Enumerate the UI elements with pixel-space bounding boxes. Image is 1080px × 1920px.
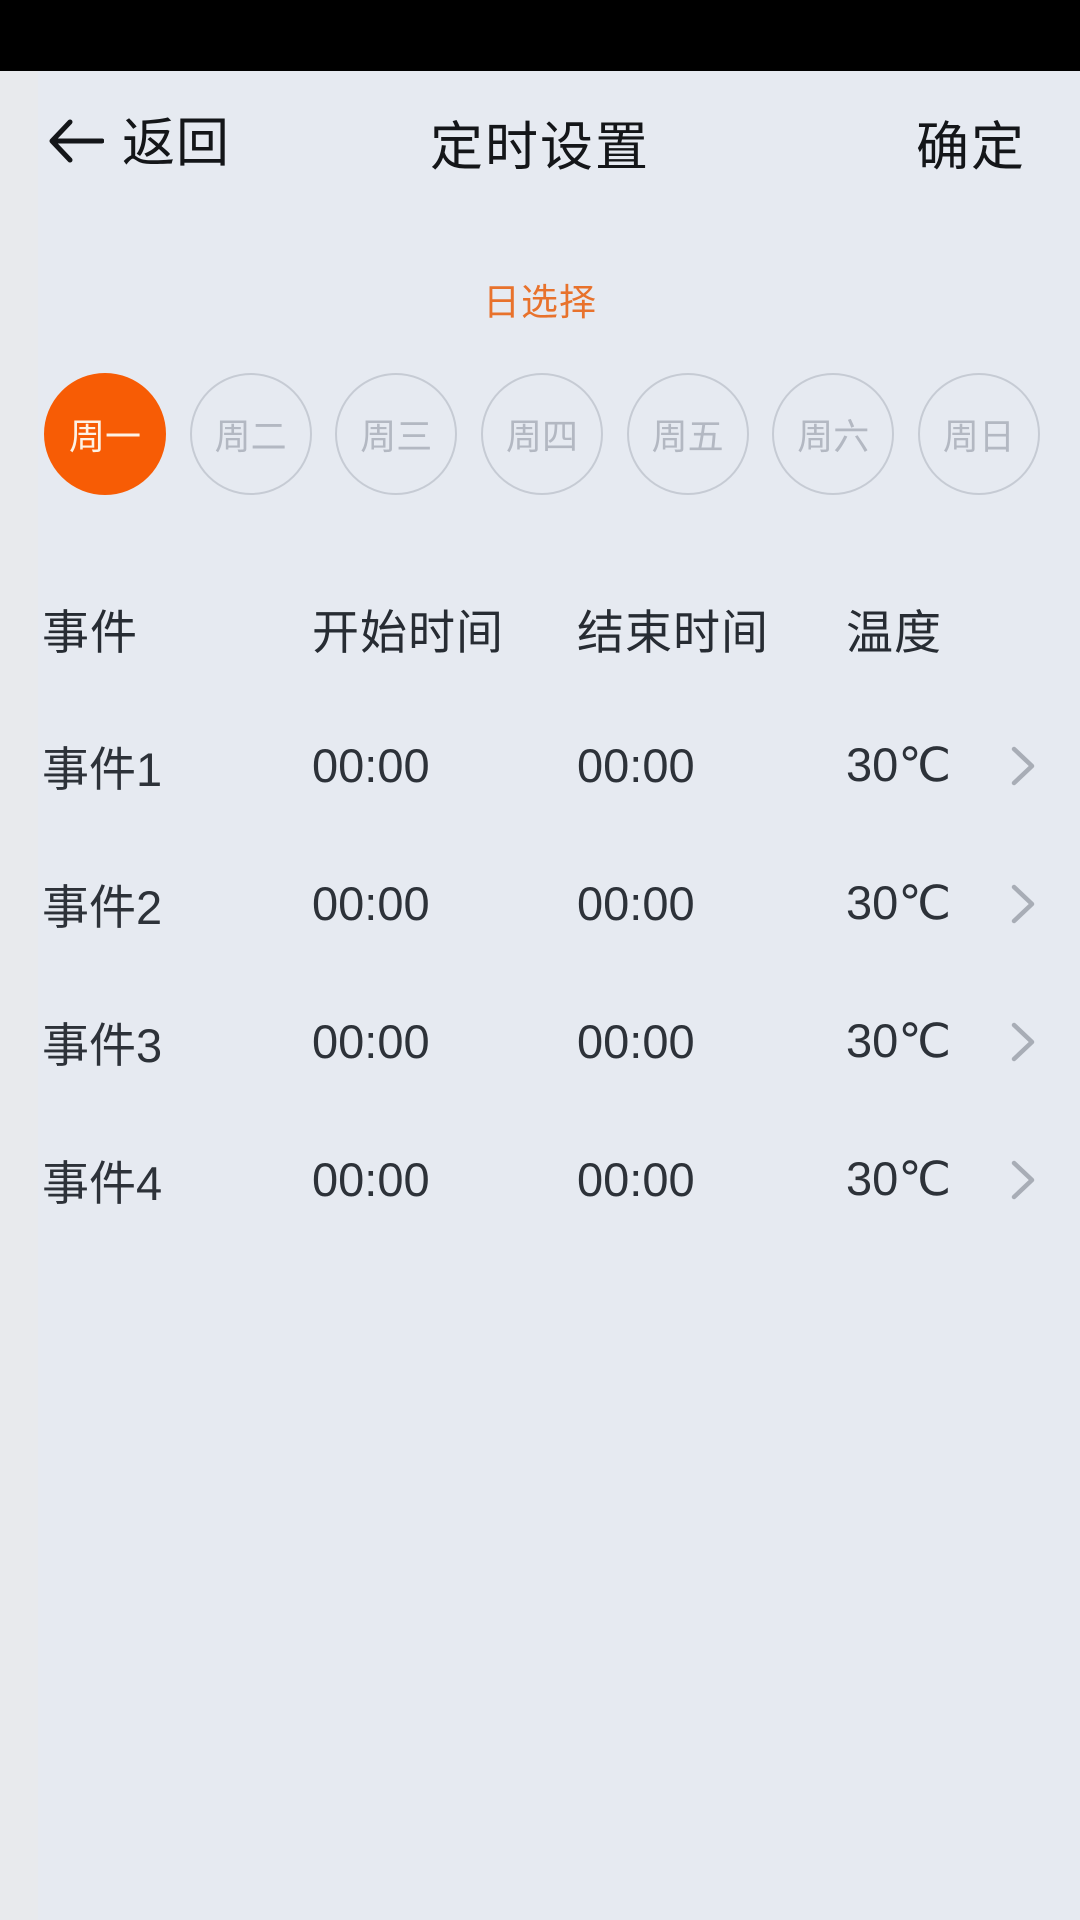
column-header-event: 事件 [42, 605, 138, 659]
cell-end-time: 00:00 [577, 1152, 695, 1206]
day-chip-label: 周日 [942, 416, 1015, 457]
cell-temperature: 30℃ [846, 1152, 952, 1205]
day-chip-label: 周三 [360, 416, 433, 457]
day-chip-wednesday[interactable]: 周三 [335, 373, 458, 495]
cell-start-time: 00:00 [312, 1014, 430, 1068]
app-screen: 返回 定时设置 确定 日选择 周一 周二 周三 周四 周五 周六 周日 事件 开… [0, 0, 1080, 1920]
cell-temperature: 30℃ [846, 1014, 952, 1067]
event-schedule-table: 事件 开始时间 结束时间 温度 事件1 00:00 00:00 30℃ 事件2 … [0, 592, 1080, 1281]
chevron-right-icon[interactable] [998, 741, 1048, 791]
table-row[interactable]: 事件2 00:00 00:00 30℃ [0, 867, 1080, 939]
day-chip-label: 周五 [651, 416, 724, 457]
chevron-right-icon[interactable] [998, 1017, 1048, 1067]
cell-start-time: 00:00 [312, 876, 430, 930]
cell-event: 事件3 [42, 1018, 163, 1072]
cell-start-time: 00:00 [312, 1152, 430, 1206]
table-row[interactable]: 事件1 00:00 00:00 30℃ [0, 729, 1080, 801]
day-chip-label: 周四 [505, 416, 578, 457]
day-chip-tuesday[interactable]: 周二 [189, 373, 312, 495]
cell-temperature: 30℃ [846, 738, 952, 791]
status-bar [0, 0, 1080, 71]
confirm-button[interactable]: 确定 [916, 97, 1026, 189]
day-chip-label: 周六 [797, 416, 870, 457]
app-header: 返回 定时设置 确定 [0, 71, 1080, 216]
day-chip-saturday[interactable]: 周六 [772, 373, 895, 495]
table-row[interactable]: 事件4 00:00 00:00 30℃ [0, 1143, 1080, 1215]
column-header-temperature: 温度 [846, 605, 942, 659]
cell-start-time: 00:00 [312, 738, 430, 792]
day-chip-label: 周二 [214, 416, 287, 457]
day-chip-friday[interactable]: 周五 [626, 373, 749, 495]
day-chip-thursday[interactable]: 周四 [480, 373, 603, 495]
table-header-row: 事件 开始时间 结束时间 温度 [0, 592, 1080, 664]
cell-end-time: 00:00 [577, 1014, 695, 1068]
column-header-start-time: 开始时间 [312, 605, 504, 659]
day-select-label: 日选择 [483, 282, 597, 323]
cell-event: 事件2 [42, 880, 163, 934]
table-row[interactable]: 事件3 00:00 00:00 30℃ [0, 1005, 1080, 1077]
cell-end-time: 00:00 [577, 876, 695, 930]
chevron-right-icon[interactable] [998, 879, 1048, 929]
cell-temperature: 30℃ [846, 876, 952, 929]
cell-event: 事件1 [42, 742, 163, 796]
day-chip-label: 周一 [68, 416, 141, 457]
day-chip-group: 周一 周二 周三 周四 周五 周六 周日 [44, 373, 1040, 495]
day-chip-sunday[interactable]: 周日 [917, 373, 1040, 495]
cell-event: 事件4 [42, 1156, 163, 1210]
cell-end-time: 00:00 [577, 738, 695, 792]
column-header-end-time: 结束时间 [577, 605, 769, 659]
day-chip-monday[interactable]: 周一 [44, 373, 166, 495]
chevron-right-icon[interactable] [998, 1155, 1048, 1205]
